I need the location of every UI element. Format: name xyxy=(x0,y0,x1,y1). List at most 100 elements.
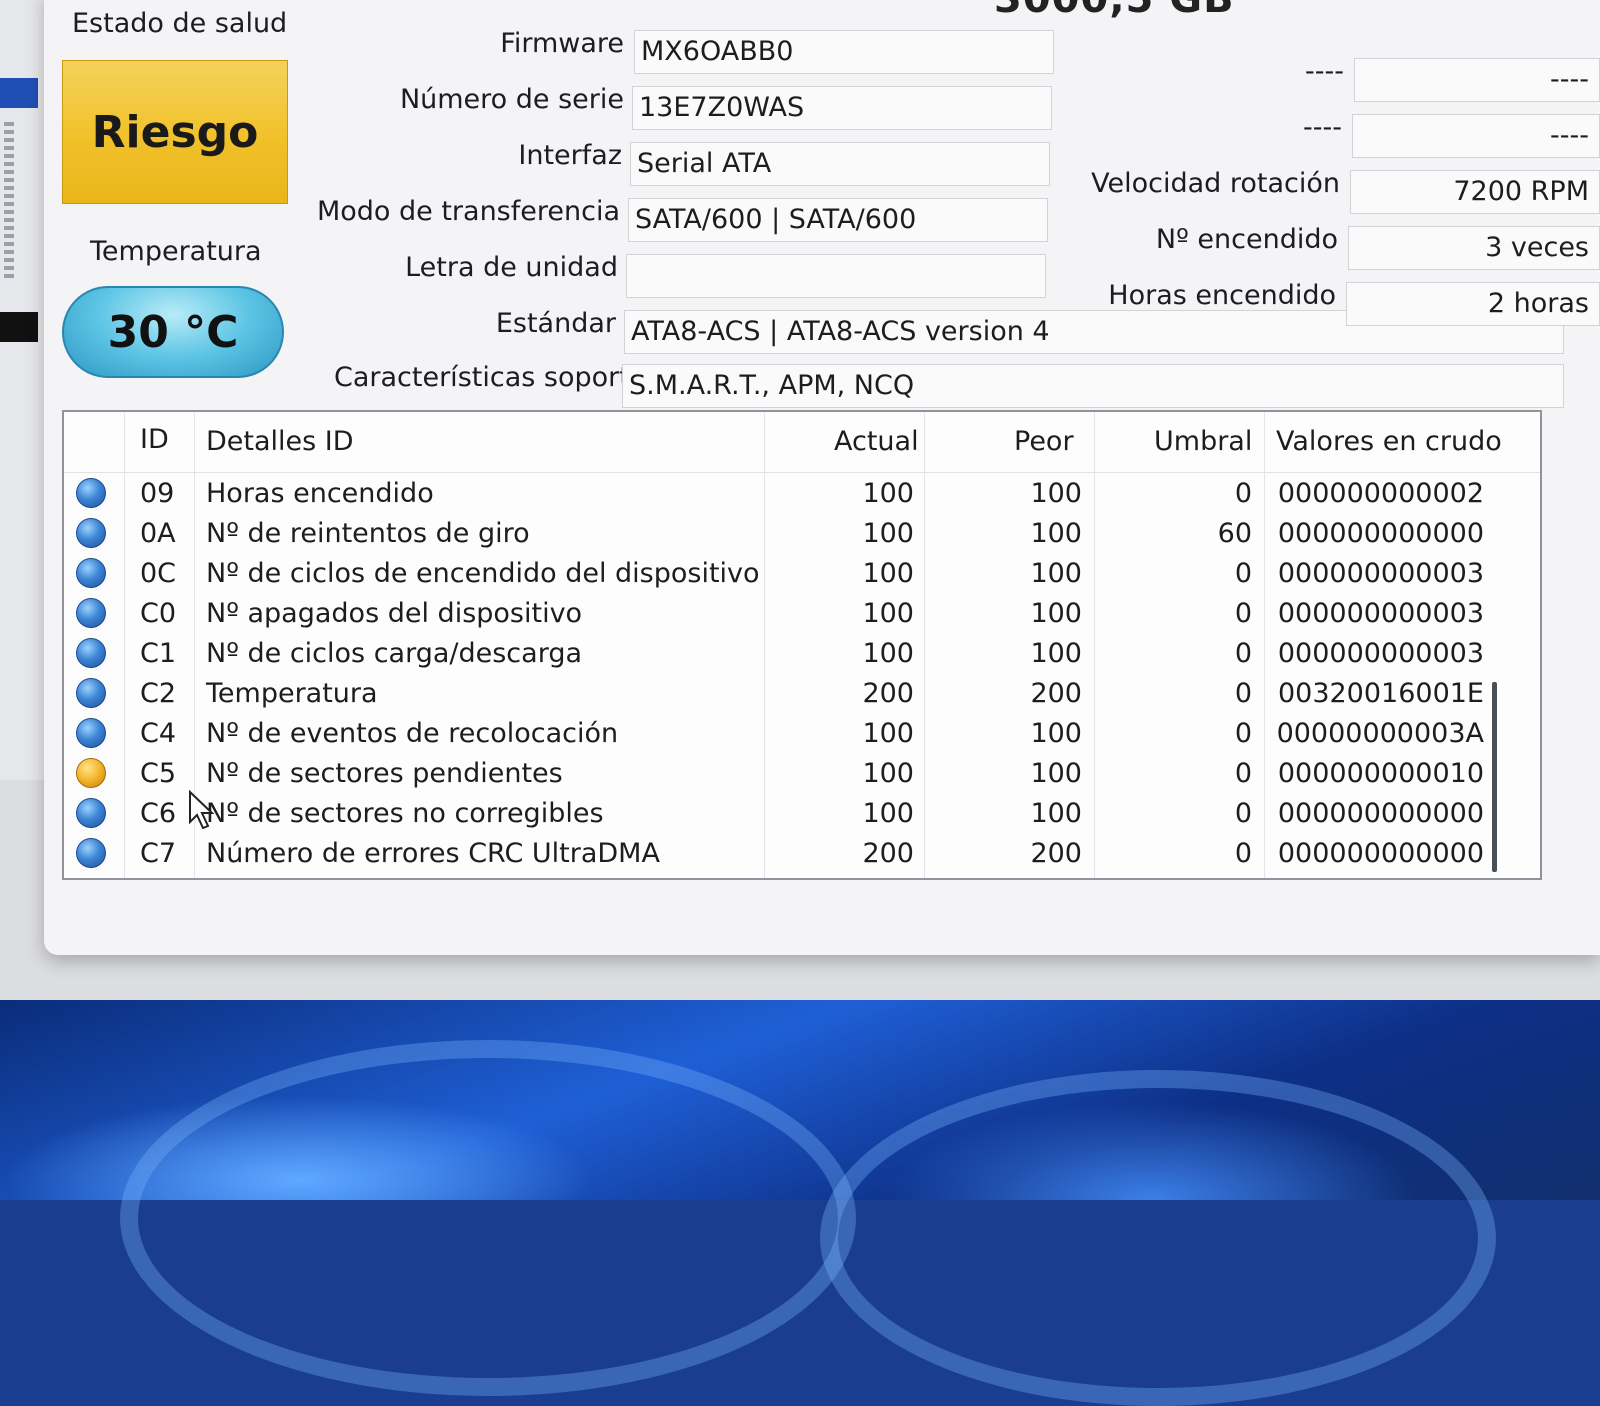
attribute-id: C0 xyxy=(140,598,177,629)
table-row[interactable]: 0A Nº de reintentos de giro 100 100 60 000000… xyxy=(64,514,1540,554)
attribute-current: 100 xyxy=(862,758,914,789)
attribute-name: Horas encendido xyxy=(206,478,434,509)
unknown-field-2[interactable]: ---- xyxy=(1352,114,1600,158)
serial-number-field[interactable]: 13E7Z0WAS xyxy=(632,86,1052,130)
firmware-field[interactable]: MX6OABB0 xyxy=(634,30,1054,74)
attribute-threshold: 0 xyxy=(1234,718,1252,749)
background-window xyxy=(0,0,45,780)
disk-info-window: 3000,5 GB Estado de salud Riesgo Tempera… xyxy=(44,0,1600,955)
serial-number-label: Número de serie xyxy=(399,84,624,115)
status-dot-icon xyxy=(76,558,106,588)
attribute-current: 200 xyxy=(862,678,914,709)
attribute-name: Temperatura xyxy=(206,678,378,709)
status-dot-icon xyxy=(76,638,106,668)
attribute-worst: 200 xyxy=(1030,838,1082,869)
table-row[interactable]: 09 Horas encendido 100 100 0 000000000002 xyxy=(64,474,1540,514)
table-scrollbar[interactable] xyxy=(1492,682,1497,872)
unknown-label-2: ---- xyxy=(1303,112,1342,143)
interface-field[interactable]: Serial ATA xyxy=(630,142,1050,186)
power-on-hours-field[interactable]: 2 horas xyxy=(1346,282,1600,326)
transfer-mode-label: Modo de transferencia xyxy=(316,196,620,227)
temperature-label: Temperatura xyxy=(90,236,262,267)
smart-attributes-table[interactable]: ID Detalles ID Actual Peor Umbral Valore… xyxy=(62,410,1542,880)
attribute-raw-value: 000000000002 xyxy=(1277,478,1484,509)
background-window-block xyxy=(0,78,38,108)
rotation-speed-field[interactable]: 7200 RPM xyxy=(1350,170,1600,214)
attribute-worst: 100 xyxy=(1030,718,1082,749)
unknown-field-1[interactable]: ---- xyxy=(1354,58,1600,102)
unknown-label-1: ---- xyxy=(1305,56,1344,87)
health-label: Estado de salud xyxy=(72,8,288,39)
table-row[interactable]: C0 Nº apagados del dispositivo 100 100 0 0000… xyxy=(64,594,1540,634)
attribute-id: 09 xyxy=(140,478,175,509)
attribute-threshold: 0 xyxy=(1234,798,1252,829)
attribute-current: 100 xyxy=(862,478,914,509)
attribute-raw-value: 000000000010 xyxy=(1277,758,1484,789)
attribute-current: 100 xyxy=(862,598,914,629)
header-raw-values[interactable]: Valores en crudo xyxy=(1276,426,1502,457)
table-row[interactable]: 0C Nº de ciclos de encendido del disposit… xyxy=(64,554,1540,594)
power-on-count-label: Nº encendido xyxy=(1155,224,1338,255)
attribute-name: Nº de eventos de recolocación xyxy=(206,718,619,749)
features-field[interactable]: S.M.A.R.T., APM, NCQ xyxy=(622,364,1564,408)
table-row[interactable]: C7 Número de errores CRC UltraDMA 200 200 0 0… xyxy=(64,834,1540,874)
header-threshold[interactable]: Umbral xyxy=(1154,426,1252,457)
header-details[interactable]: Detalles ID xyxy=(206,426,354,457)
table-row[interactable]: C4 Nº de eventos de recolocación 100 100 0 00… xyxy=(64,714,1540,754)
attribute-id: C5 xyxy=(140,758,177,789)
attribute-worst: 100 xyxy=(1030,598,1082,629)
header-id[interactable]: ID xyxy=(140,424,169,455)
status-dot-icon xyxy=(76,478,106,508)
health-status-badge[interactable]: Riesgo xyxy=(62,60,288,204)
attribute-name: Nº de ciclos carga/descarga xyxy=(206,638,583,669)
features-label: Características soporta xyxy=(334,362,624,393)
temperature-badge[interactable]: 30 °C xyxy=(62,286,284,378)
attribute-id: C6 xyxy=(140,798,177,829)
attribute-current: 100 xyxy=(862,718,914,749)
attribute-worst: 100 xyxy=(1030,758,1082,789)
standard-label: Estándar xyxy=(495,308,616,339)
status-dot-icon xyxy=(76,838,106,868)
table-row[interactable]: C6 Nº de sectores no corregibles 100 100 0 00… xyxy=(64,794,1540,834)
attribute-id: 0A xyxy=(140,518,176,549)
attribute-threshold: 0 xyxy=(1234,478,1252,509)
header-worst[interactable]: Peor xyxy=(1014,426,1074,457)
attribute-worst: 100 xyxy=(1030,798,1082,829)
attribute-threshold: 0 xyxy=(1234,558,1252,589)
attribute-threshold: 0 xyxy=(1234,678,1252,709)
status-dot-icon xyxy=(76,518,106,548)
header-current[interactable]: Actual xyxy=(834,426,919,457)
table-row[interactable]: C2 Temperatura 200 200 0 00320016001E xyxy=(64,674,1540,714)
rotation-speed-label: Velocidad rotación xyxy=(1091,168,1340,199)
table-row[interactable]: C1 Nº de ciclos carga/descarga 100 100 0 0000… xyxy=(64,634,1540,674)
desktop-wallpaper xyxy=(0,1000,1600,1406)
drive-letter-field[interactable] xyxy=(626,254,1046,298)
transfer-mode-field[interactable]: SATA/600 | SATA/600 xyxy=(628,198,1048,242)
attribute-name: Nº de reintentos de giro xyxy=(206,518,530,549)
attribute-threshold: 0 xyxy=(1234,598,1252,629)
background-window-block xyxy=(0,312,38,342)
firmware-label: Firmware xyxy=(500,28,624,59)
attribute-threshold: 0 xyxy=(1234,758,1252,789)
attribute-current: 100 xyxy=(862,638,914,669)
attribute-raw-value: 00000000003A xyxy=(1276,718,1484,749)
attribute-worst: 100 xyxy=(1030,518,1082,549)
table-row[interactable]: C5 Nº de sectores pendientes 100 100 0 000000… xyxy=(64,754,1540,794)
power-on-count-field[interactable]: 3 veces xyxy=(1348,226,1600,270)
wallpaper-swirl xyxy=(120,1040,856,1396)
power-on-hours-label: Horas encendido xyxy=(1108,280,1336,311)
attribute-name: Nº de ciclos de encendido del dispositiv… xyxy=(206,558,760,589)
attribute-worst: 100 xyxy=(1030,478,1082,509)
table-header: ID Detalles ID Actual Peor Umbral Valore… xyxy=(64,412,1540,473)
attribute-id: C4 xyxy=(140,718,177,749)
attribute-current: 200 xyxy=(862,838,914,869)
attribute-raw-value: 000000000003 xyxy=(1277,598,1484,629)
attribute-worst: 100 xyxy=(1030,638,1082,669)
drive-title: 3000,5 GB xyxy=(994,0,1235,22)
attribute-name: Número de errores CRC UltraDMA xyxy=(206,838,660,869)
attribute-current: 100 xyxy=(862,558,914,589)
mouse-cursor-icon xyxy=(189,790,215,830)
attribute-id: C7 xyxy=(140,838,177,869)
attribute-name: Nº apagados del dispositivo xyxy=(206,598,583,629)
background-window-stripe xyxy=(4,118,14,278)
